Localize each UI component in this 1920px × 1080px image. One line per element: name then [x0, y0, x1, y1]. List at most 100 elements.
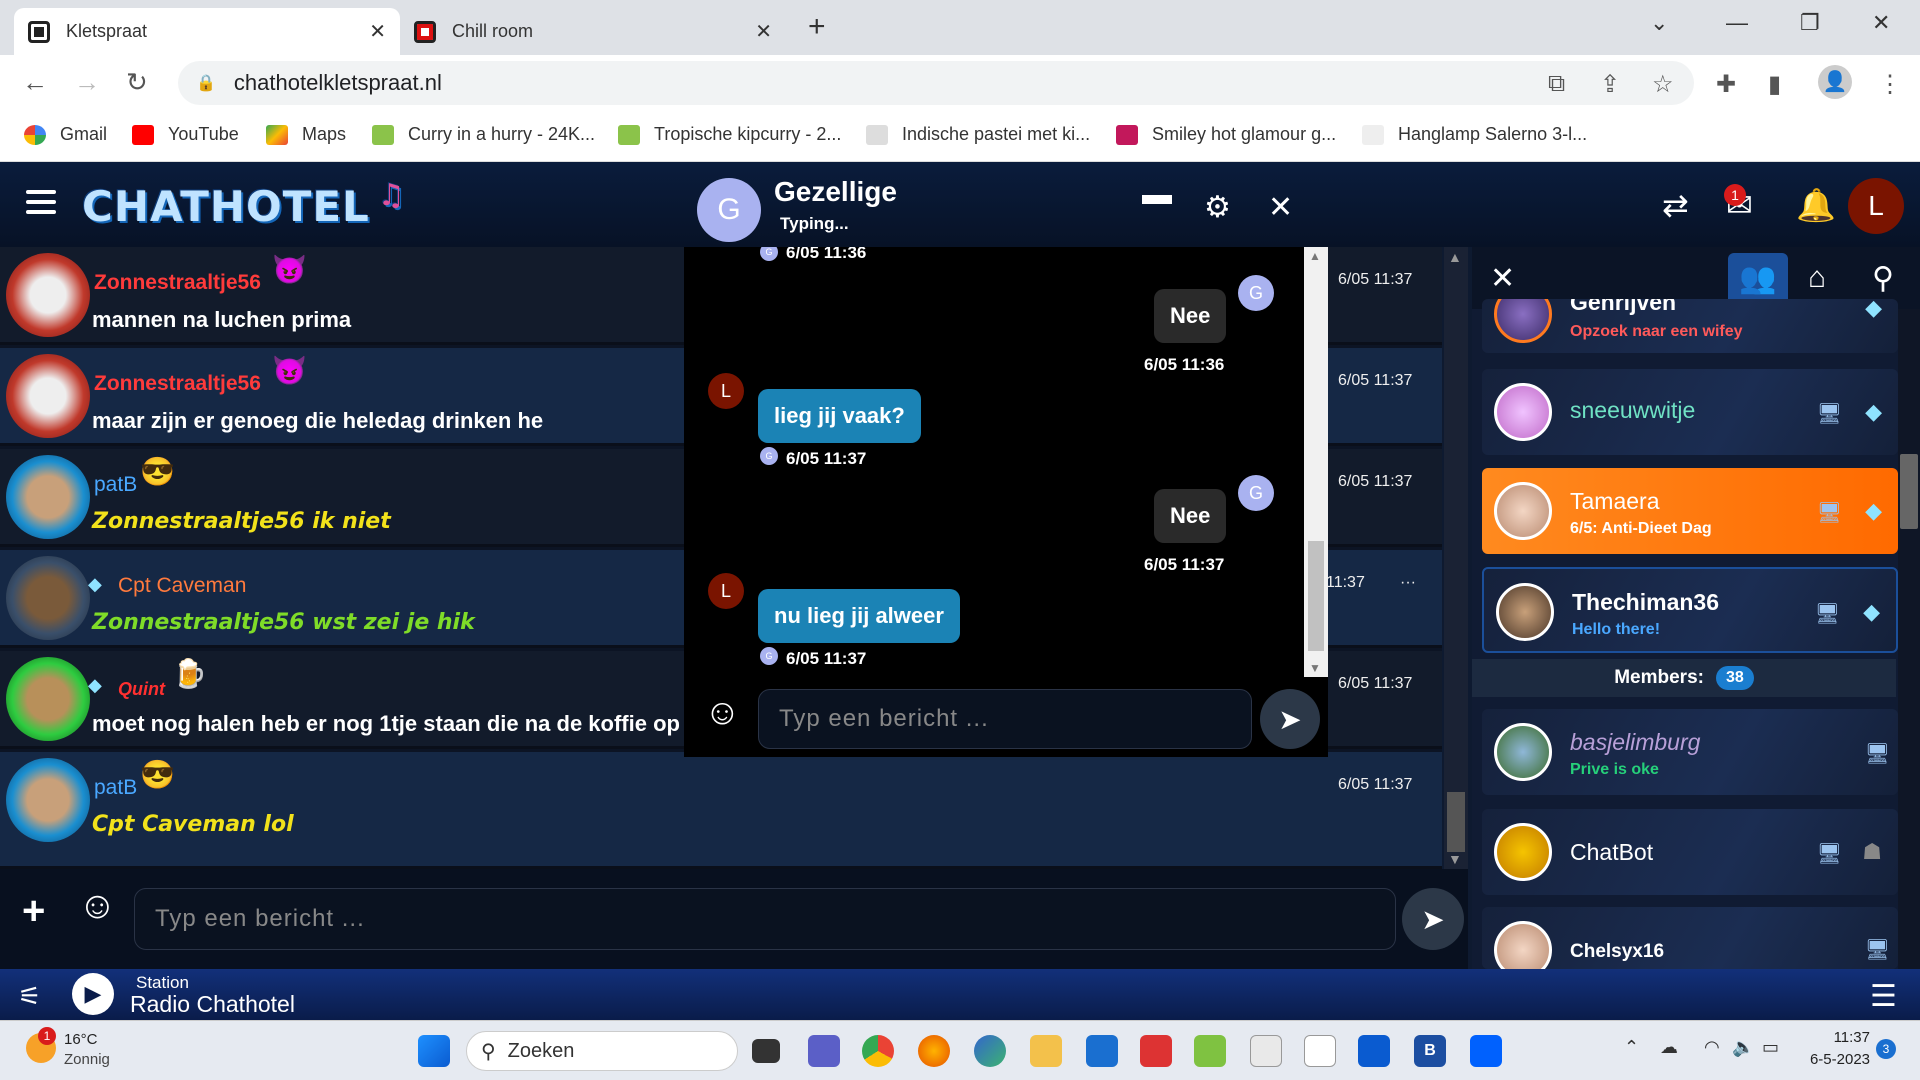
bookmark-curry[interactable]: Curry in a hurry - 24K...	[372, 124, 595, 145]
firefox-icon[interactable]	[918, 1035, 950, 1067]
game2-icon[interactable]	[1194, 1035, 1226, 1067]
extensions-icon[interactable]: ✚	[1716, 70, 1736, 99]
forward-icon[interactable]: →	[74, 67, 100, 98]
notification-badge[interactable]: 3	[1876, 1039, 1896, 1059]
clock-time[interactable]: 11:37	[1806, 1029, 1870, 1046]
bookmark-kipcurry[interactable]: Tropische kipcurry - 2...	[618, 124, 841, 145]
task-view-icon[interactable]	[752, 1039, 780, 1063]
scrollbar-thumb[interactable]	[1447, 792, 1465, 852]
wifi-icon[interactable]: ◠	[1704, 1037, 1720, 1058]
user-row[interactable]: Gehrijven Opzoek naar een wifey ◆	[1482, 299, 1898, 353]
bookmark-maps[interactable]: Maps	[266, 124, 346, 145]
tab-chill-room[interactable]: Chill room ✕	[400, 8, 786, 55]
teams-icon[interactable]	[808, 1035, 840, 1067]
weather-desc[interactable]: Zonnig	[64, 1051, 110, 1068]
avatar[interactable]	[6, 758, 90, 842]
message-options-icon[interactable]: ···	[1400, 574, 1416, 592]
booking-icon[interactable]: B	[1414, 1035, 1446, 1067]
message-username[interactable]: Quint	[118, 679, 165, 700]
emoji-icon[interactable]: ☺	[78, 885, 117, 928]
close-tab-icon[interactable]: ✕	[369, 19, 386, 44]
maximize-window-icon[interactable]: ❐	[1800, 10, 1820, 36]
back-icon[interactable]: ←	[22, 67, 48, 98]
bookmark-hanglamp[interactable]: Hanglamp Salerno 3-l...	[1362, 124, 1587, 145]
avatar[interactable]	[6, 455, 90, 539]
user-row[interactable]: basjelimburg Prive is oke 🖥	[1482, 709, 1898, 795]
scroll-down-icon[interactable]: ▼	[1309, 661, 1321, 675]
onedrive-icon[interactable]: ☁	[1660, 1037, 1678, 1058]
scroll-up-icon[interactable]: ▲	[1309, 249, 1321, 263]
chat-partner-avatar[interactable]: G	[697, 178, 761, 242]
close-icon[interactable]: ✕	[1268, 190, 1293, 225]
chathotel-logo[interactable]: CHATHOTEL ♫	[82, 178, 405, 231]
clock-date[interactable]: 6-5-2023	[1790, 1051, 1870, 1068]
side-panel-icon[interactable]: ▮	[1768, 70, 1781, 99]
weather-temp[interactable]: 16°C	[64, 1031, 98, 1048]
close-tab-icon[interactable]: ✕	[755, 19, 772, 44]
store-icon[interactable]	[1358, 1035, 1390, 1067]
notepad-icon[interactable]	[1086, 1035, 1118, 1067]
more-menu-icon[interactable]: ⋮	[1878, 70, 1902, 99]
plus-icon[interactable]: +	[22, 889, 45, 934]
feed-scrollbar[interactable]: ▲ ▼	[1444, 247, 1468, 869]
user-row[interactable]: Chelsyx16 🖥	[1482, 907, 1898, 969]
avatar[interactable]	[6, 657, 90, 741]
game-icon[interactable]	[1140, 1035, 1172, 1067]
user-avatar[interactable]: L	[1848, 178, 1904, 234]
play-icon[interactable]: ▶	[72, 973, 114, 1015]
translate-icon[interactable]: ⧉	[1548, 70, 1565, 98]
close-window-icon[interactable]: ✕	[1872, 10, 1890, 36]
minimize-window-icon[interactable]: —	[1726, 10, 1748, 36]
solitaire-icon[interactable]	[1304, 1035, 1336, 1067]
user-row[interactable]: sneeuwwitje 🖥 ◆	[1482, 369, 1898, 455]
tab-search-icon[interactable]: ⌄	[1650, 10, 1668, 36]
scroll-up-icon[interactable]: ▲	[1448, 249, 1462, 265]
close-icon[interactable]: ✕	[1490, 261, 1515, 296]
menu-icon[interactable]	[26, 190, 56, 220]
share-icon[interactable]: ⇪	[1600, 70, 1620, 99]
message-username[interactable]: Zonnestraaltje56	[94, 271, 261, 295]
sidebar-scrollbar[interactable]	[1898, 309, 1920, 969]
reload-icon[interactable]: ↻	[126, 67, 148, 98]
send-icon[interactable]: ➤	[1402, 888, 1464, 950]
chrome-icon[interactable]	[862, 1035, 894, 1067]
emoji-icon[interactable]: ☺	[704, 691, 741, 733]
home-icon[interactable]: ⌂	[1808, 261, 1826, 295]
user-row-highlighted[interactable]: Tamaera 6/5: Anti-Dieet Dag 🖥 ◆	[1482, 468, 1898, 554]
dropbox-icon[interactable]	[1470, 1035, 1502, 1067]
bookmark-star-icon[interactable]: ☆	[1652, 70, 1674, 99]
profile-icon[interactable]: 👤	[1818, 65, 1852, 99]
scroll-down-icon[interactable]: ▼	[1448, 851, 1462, 867]
repeat-icon[interactable]: ⇄	[1662, 186, 1689, 224]
new-tab-icon[interactable]: +	[808, 10, 826, 44]
avatar[interactable]	[6, 354, 90, 438]
tab-kletspraat[interactable]: Kletspraat ✕	[14, 8, 400, 55]
message-username[interactable]: Cpt Caveman	[118, 574, 246, 598]
edge-icon[interactable]	[974, 1035, 1006, 1067]
avatar[interactable]	[6, 556, 90, 640]
message-username[interactable]: patB	[94, 473, 137, 497]
scrollbar-thumb[interactable]	[1308, 541, 1324, 651]
user-row[interactable]: ChatBot 🖥 ☗	[1482, 809, 1898, 895]
volume-icon[interactable]: 🔈	[1732, 1037, 1754, 1058]
bookmark-youtube[interactable]: YouTube	[132, 124, 239, 145]
bookmark-pastei[interactable]: Indische pastei met ki...	[866, 124, 1090, 145]
file-explorer-icon[interactable]	[1030, 1035, 1062, 1067]
popup-message-input[interactable]: Typ een bericht ...	[758, 689, 1252, 749]
settings-icon[interactable]: ⚙	[1204, 190, 1231, 225]
users-icon[interactable]: 👥	[1728, 253, 1788, 305]
scrollbar-thumb[interactable]	[1900, 454, 1918, 529]
popup-scrollbar[interactable]: ▲ ▼	[1304, 247, 1328, 677]
minimize-icon[interactable]: ▬	[1142, 178, 1172, 212]
bookmark-smiley[interactable]: Smiley hot glamour g...	[1116, 124, 1336, 145]
cards-icon[interactable]	[1250, 1035, 1282, 1067]
bookmark-gmail[interactable]: Gmail	[24, 124, 107, 145]
message-username[interactable]: Zonnestraaltje56	[94, 372, 261, 396]
chat-message-input[interactable]: Typ een bericht ...	[134, 888, 1396, 950]
address-bar[interactable]: 🔒 chathotelkletspraat.nl	[178, 61, 1694, 105]
send-icon[interactable]: ➤	[1260, 689, 1320, 749]
taskbar-search[interactable]: ⚲ Zoeken	[466, 1031, 738, 1071]
search-icon[interactable]: ⚲	[1872, 261, 1894, 296]
message-username[interactable]: patB	[94, 776, 137, 800]
start-icon[interactable]	[418, 1035, 450, 1067]
